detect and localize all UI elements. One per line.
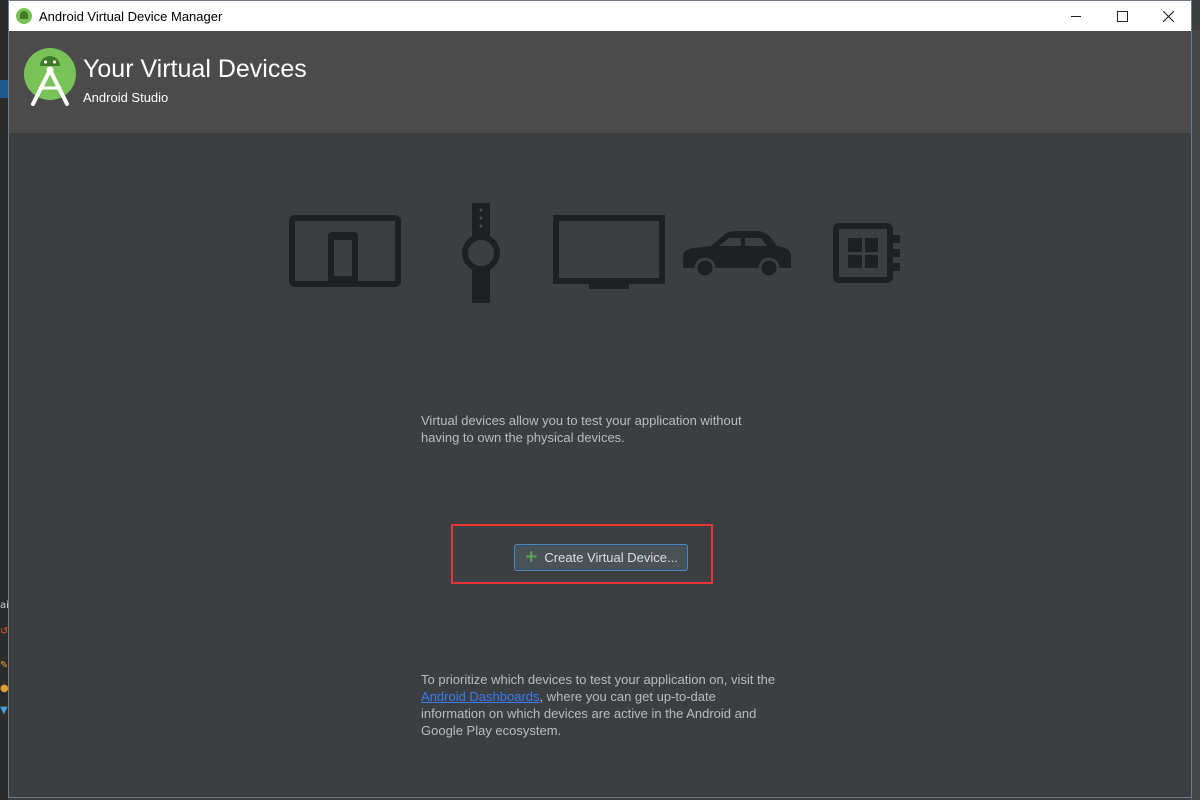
page-subtitle: Android Studio [83, 90, 169, 105]
close-button[interactable] [1145, 1, 1191, 31]
create-virtual-device-button[interactable]: + Create Virtual Device... [514, 544, 688, 571]
maximize-icon [1116, 10, 1128, 22]
avd-manager-window: Android Virtual Device Manager Your Virt… [8, 0, 1192, 798]
close-icon [1162, 10, 1174, 22]
background-window-strip-right [1191, 30, 1200, 800]
android-studio-logo [24, 48, 76, 106]
background-window-strip: ai ↺ ✎ ● ▼ [0, 0, 8, 800]
background-tab [0, 80, 8, 98]
tablet-phone-icon [289, 215, 401, 287]
android-studio-icon [16, 8, 32, 24]
minimize-button[interactable] [1053, 1, 1099, 31]
plus-icon: + [524, 547, 539, 567]
tv-icon [553, 215, 665, 289]
title-bar: Android Virtual Device Manager [9, 1, 1191, 31]
device-icons-row [289, 203, 900, 303]
lock-icon: ● [0, 683, 8, 694]
android-dashboards-link[interactable]: Android Dashboards [421, 689, 540, 704]
things-board-icon [833, 223, 900, 283]
footer-text-before: To prioritize which devices to test your… [421, 672, 776, 687]
window-title: Android Virtual Device Manager [39, 8, 223, 24]
header-banner: Your Virtual Devices Android Studio [9, 31, 1191, 133]
edit-icon: ✎ [0, 660, 8, 671]
car-icon [683, 231, 791, 278]
watch-icon [462, 203, 500, 303]
refresh-icon: ↺ [0, 626, 8, 637]
intro-description: Virtual devices allow you to test your a… [421, 413, 742, 445]
minimize-icon [1071, 15, 1081, 17]
footer-description: To prioritize which devices to test your… [421, 671, 781, 739]
empty-state-panel: Virtual devices allow you to test your a… [9, 133, 1191, 799]
create-button-label: Create Virtual Device... [544, 550, 678, 565]
filter-icon: ▼ [0, 705, 8, 716]
page-title: Your Virtual Devices [83, 55, 307, 83]
background-text: ai [0, 600, 8, 611]
maximize-button[interactable] [1099, 1, 1145, 31]
window-controls [1053, 1, 1191, 31]
